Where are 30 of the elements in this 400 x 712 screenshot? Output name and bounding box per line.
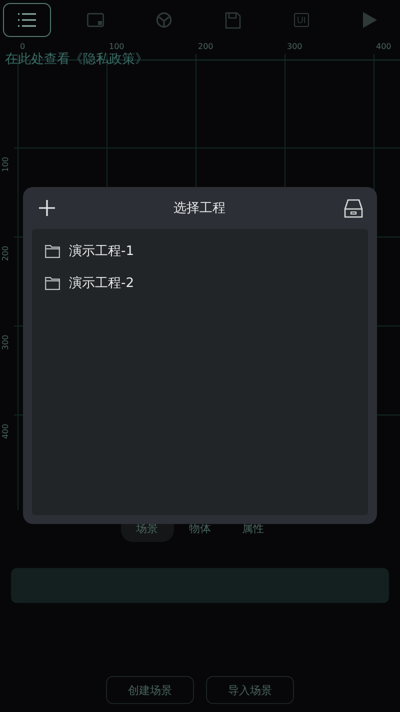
play-icon bbox=[362, 12, 377, 28]
dialog-title: 选择工程 bbox=[174, 200, 226, 217]
ruler-label: 200 bbox=[1, 246, 10, 261]
plus-icon bbox=[39, 200, 55, 216]
project-name: 演示工程-1 bbox=[69, 243, 134, 260]
action-button[interactable]: 创建场景 bbox=[106, 676, 194, 704]
menu-icon bbox=[17, 13, 37, 27]
folder-icon bbox=[45, 276, 60, 290]
ruler-label: 100 bbox=[109, 42, 124, 51]
tab[interactable]: 物体 bbox=[174, 514, 226, 542]
wheel-icon bbox=[156, 12, 172, 28]
ruler-label: 100 bbox=[1, 156, 10, 172]
ruler-label: 400 bbox=[1, 424, 10, 439]
storage-button[interactable] bbox=[344, 198, 363, 218]
save-icon bbox=[224, 12, 241, 28]
project-item[interactable]: 演示工程-2 bbox=[32, 267, 368, 299]
ruler-label: 300 bbox=[287, 42, 302, 51]
ruler-label: 0 bbox=[20, 42, 26, 51]
frame-icon bbox=[87, 13, 104, 27]
folder-icon bbox=[45, 244, 60, 258]
ruler-label: 400 bbox=[376, 42, 392, 51]
privacy-link[interactable]: 在此处查看《隐私政策》 bbox=[5, 50, 148, 68]
project-item[interactable]: 演示工程-1 bbox=[32, 235, 368, 267]
action-button[interactable]: 导入场景 bbox=[206, 676, 294, 704]
ruler-label: 300 bbox=[1, 334, 10, 350]
ruler-label: 200 bbox=[198, 42, 214, 51]
add-button[interactable] bbox=[39, 200, 55, 216]
project-name: 演示工程-2 bbox=[69, 275, 134, 292]
menu-button[interactable] bbox=[3, 3, 51, 37]
drive-icon bbox=[344, 198, 363, 218]
